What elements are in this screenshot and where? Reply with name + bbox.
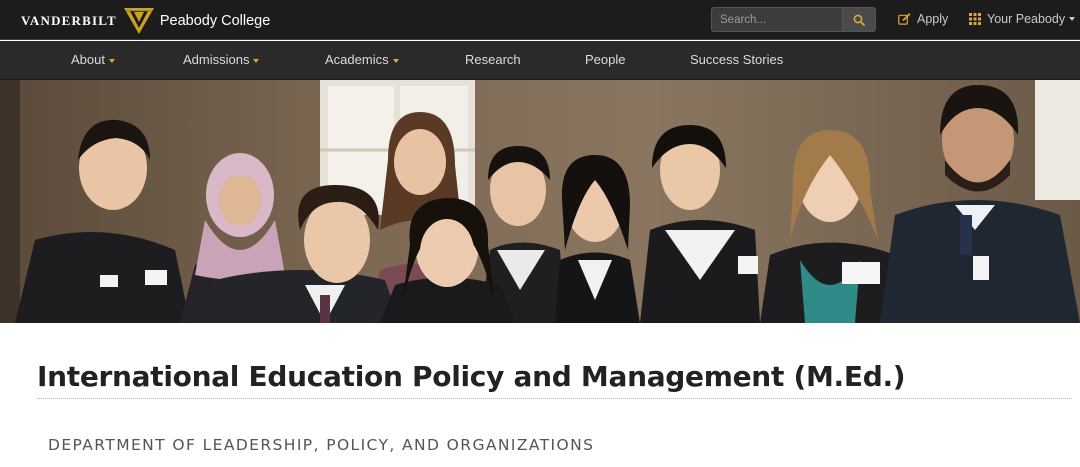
nav-label: People [585, 52, 626, 67]
nav-label: Success Stories [690, 52, 784, 67]
edit-icon [898, 13, 911, 25]
nav-item-admissions[interactable]: Admissions [183, 52, 260, 67]
search-icon [853, 14, 865, 26]
grid-icon [969, 13, 981, 25]
title-divider [37, 398, 1072, 399]
chevron-down-icon [253, 58, 260, 63]
nav-label: Admissions [183, 52, 250, 67]
nav-item-success-stories[interactable]: Success Stories [690, 52, 783, 67]
nav-item-people[interactable]: People [585, 52, 625, 67]
chevron-down-icon [1069, 17, 1076, 21]
nav-item-about[interactable]: About [71, 52, 115, 67]
top-bar: VANDERBILT Peabody College Apply [0, 0, 1080, 40]
apply-link[interactable]: Apply [898, 12, 948, 26]
site-search [711, 7, 876, 32]
nav-item-research[interactable]: Research [465, 52, 521, 67]
vanderbilt-wordmark: VANDERBILT [21, 13, 117, 28]
vanderbilt-peabody-logo[interactable]: VANDERBILT Peabody College [21, 8, 270, 34]
your-peabody-label: Your Peabody [987, 12, 1066, 26]
nav-label: About [71, 52, 105, 67]
nav-label: Research [465, 52, 521, 67]
hero-group-photo [0, 80, 1080, 323]
chevron-down-icon [108, 58, 115, 63]
vanderbilt-v-logo-icon [123, 8, 154, 34]
department-label: DEPARTMENT OF LEADERSHIP, POLICY, AND OR… [48, 436, 595, 454]
main-navigation: About Admissions Academics Research Peop… [0, 41, 1080, 80]
apply-label: Apply [917, 12, 949, 26]
page-title: International Education Policy and Manag… [37, 360, 906, 393]
nav-item-academics[interactable]: Academics [325, 52, 399, 67]
peabody-college-label: Peabody College [159, 13, 271, 29]
group-photo-illustration [0, 80, 1080, 323]
nav-label: Academics [325, 52, 389, 67]
your-peabody-menu[interactable]: Your Peabody [969, 12, 1076, 26]
search-button[interactable] [842, 7, 876, 32]
search-input[interactable] [711, 7, 842, 32]
chevron-down-icon [392, 58, 399, 63]
